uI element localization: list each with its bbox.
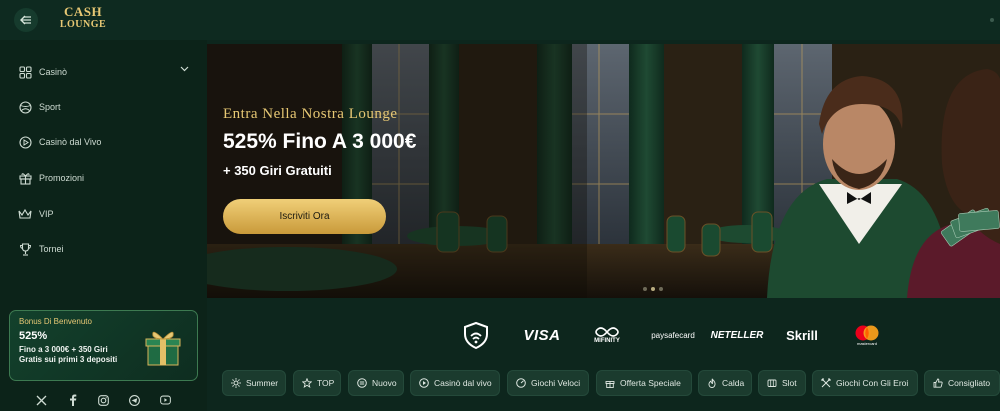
signup-button[interactable]: Iscriviti Ora xyxy=(223,199,386,234)
category-label: TOP xyxy=(317,378,335,388)
hero-subtitle: + 350 Giri Gratuiti xyxy=(223,163,332,178)
category-top[interactable]: TOP xyxy=(293,370,341,396)
category-label: Giochi Veloci xyxy=(531,378,581,388)
sidebar-collapse-button[interactable] xyxy=(14,8,38,32)
chevron-down-icon[interactable] xyxy=(180,66,189,72)
category-label: Nuovo xyxy=(372,378,397,388)
sidebar-item-sport[interactable]: Sport xyxy=(0,92,207,122)
sidebar-item-label: Tornei xyxy=(39,244,64,254)
crown-icon xyxy=(18,207,32,221)
mastercard-logo: mastercard xyxy=(851,322,883,348)
top-bar-indicator xyxy=(990,18,994,22)
slot-icon xyxy=(767,378,777,388)
category-label: Consigliato xyxy=(948,378,991,388)
category-slot[interactable]: Slot xyxy=(758,370,806,396)
carousel-dot-active[interactable] xyxy=(651,287,655,291)
social-links xyxy=(0,390,207,410)
gift-box-illustration xyxy=(145,331,181,366)
x-icon[interactable] xyxy=(36,395,47,406)
hero-icon xyxy=(821,378,831,388)
category-hot[interactable]: Calda xyxy=(698,370,752,396)
telegram-icon[interactable] xyxy=(129,394,140,406)
sidebar-item-label: Casinò xyxy=(39,67,68,77)
category-label: Giochi Con Gli Eroi xyxy=(836,378,909,388)
category-new[interactable]: Nuovo xyxy=(348,370,404,396)
sidebar-item-tournaments[interactable]: Tornei xyxy=(0,234,207,264)
hero-banner[interactable]: Entra Nella Nostra Lounge 525% Fino A 3 … xyxy=(207,44,1000,298)
star-icon xyxy=(302,378,312,388)
category-live-casino[interactable]: Casinò dal vivo xyxy=(410,370,500,396)
carousel-dot[interactable] xyxy=(659,287,663,291)
category-recommended[interactable]: Consigliato xyxy=(924,370,1000,396)
sport-ball-icon xyxy=(18,100,32,114)
category-summer[interactable]: Summer xyxy=(222,370,286,396)
gift-icon xyxy=(18,171,32,185)
gift-icon xyxy=(605,378,615,388)
sidebar-item-casino[interactable]: Casinò xyxy=(0,57,207,87)
live-icon xyxy=(419,378,429,388)
facebook-icon[interactable] xyxy=(67,394,78,406)
category-label: Slot xyxy=(782,378,797,388)
category-hero-games[interactable]: Giochi Con Gli Eroi xyxy=(812,370,918,396)
category-quick-games[interactable]: Giochi Veloci xyxy=(507,370,589,396)
instagram-icon[interactable] xyxy=(98,394,109,406)
mifinity-label: MIFINITY xyxy=(594,338,620,344)
sidebar-item-label: Sport xyxy=(39,102,61,112)
thumbs-up-icon xyxy=(933,378,943,388)
category-special-offer[interactable]: Offerta Speciale xyxy=(596,370,692,396)
skrill-logo: Skrill xyxy=(786,327,818,343)
sidebar-item-label: Promozioni xyxy=(39,173,85,183)
logo[interactable]: CASH LOUNGE xyxy=(58,5,108,31)
sidebar: Casinò Sport Casinò dal Vivo Promozioni … xyxy=(0,40,207,411)
mastercard-label: mastercard xyxy=(856,340,877,346)
sidebar-item-live-casino[interactable]: Casinò dal Vivo xyxy=(0,127,207,157)
carousel-dot[interactable] xyxy=(643,287,647,291)
sidebar-item-promotions[interactable]: Promozioni xyxy=(0,163,207,193)
paysafecard-logo: paysafecard xyxy=(651,330,695,340)
youtube-icon[interactable] xyxy=(160,395,171,406)
welcome-bonus-card[interactable]: Bonus Di Benvenuto 525% Fino a 3 000€ + … xyxy=(9,310,198,381)
mifinity-logo: MIFINITY xyxy=(589,322,625,348)
category-label: Summer xyxy=(246,378,279,388)
mifinity-icon xyxy=(595,327,619,337)
neteller-logo: NETELLER xyxy=(710,329,764,341)
category-label: Casinò dal vivo xyxy=(434,378,492,388)
casino-icon xyxy=(18,65,32,79)
live-play-icon xyxy=(18,135,32,149)
payment-methods: VISA MIFINITY paysafecard NETELLER Skril… xyxy=(207,316,1000,356)
hero-eyebrow: Entra Nella Nostra Lounge xyxy=(223,106,398,122)
secure-shield-icon xyxy=(460,321,492,349)
trophy-icon xyxy=(18,242,32,256)
category-label: Offerta Speciale xyxy=(620,378,681,388)
top-bar: CASH LOUNGE xyxy=(0,0,1000,40)
category-label: Calda xyxy=(722,378,745,388)
sun-icon xyxy=(231,378,241,388)
mastercard-icon xyxy=(855,325,879,340)
logo-line1: CASH xyxy=(63,4,103,19)
sidebar-item-vip[interactable]: VIP xyxy=(0,199,207,229)
hero-title: 525% Fino A 3 000€ xyxy=(223,130,417,153)
sidebar-item-label: Casinò dal Vivo xyxy=(39,137,102,147)
visa-logo: VISA xyxy=(523,326,561,344)
carousel-dots xyxy=(643,287,663,291)
sidebar-item-label: VIP xyxy=(39,209,54,219)
logo-line2: LOUNGE xyxy=(59,19,107,30)
speed-icon xyxy=(516,378,526,388)
new-icon xyxy=(357,378,367,388)
sidebar-collapse-icon xyxy=(20,15,31,25)
fire-icon xyxy=(707,378,717,388)
